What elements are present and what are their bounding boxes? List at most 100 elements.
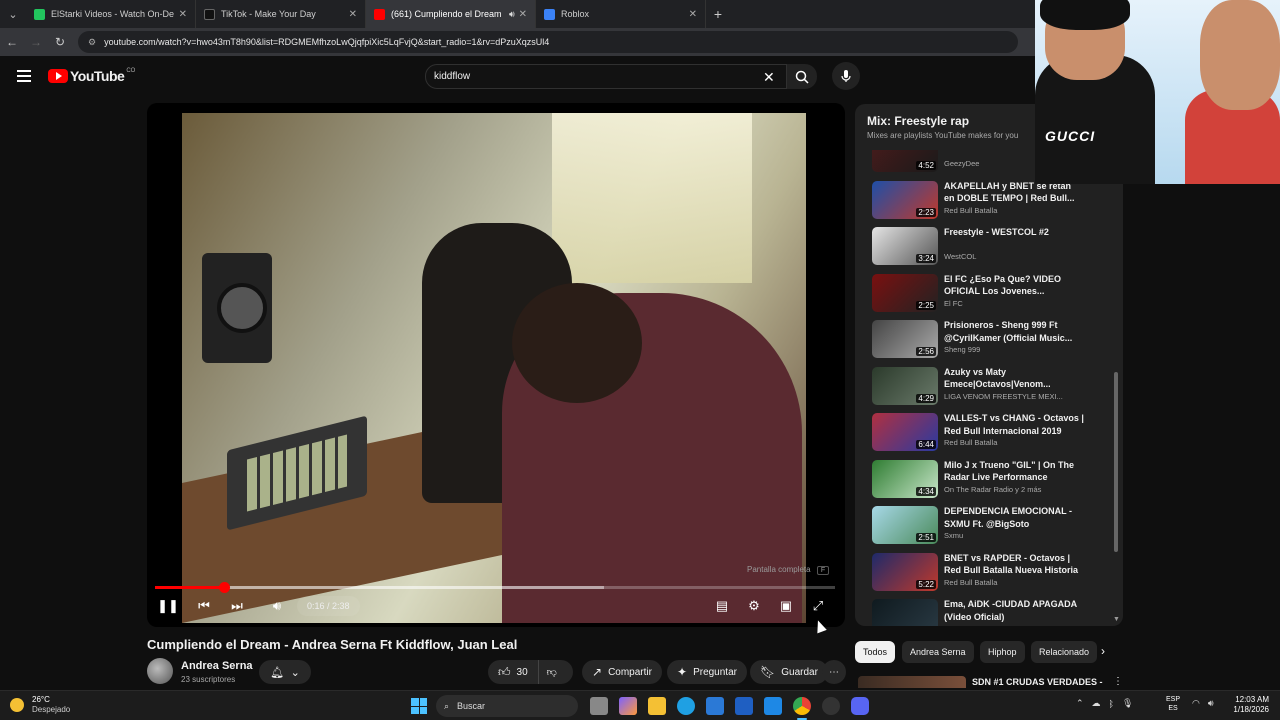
playlist-item-thumbnail[interactable]: 6:44 xyxy=(872,413,938,451)
ask-button[interactable]: ✦ Preguntar xyxy=(667,660,747,684)
save-button[interactable]: 🔖︎ Guardar xyxy=(750,660,828,684)
playlist-item-title[interactable]: Freestyle - WESTCOL #2 xyxy=(944,226,1084,239)
video-frame[interactable] xyxy=(182,113,806,623)
playlist-item-title[interactable]: Ema, AiDK -CIUDAD APAGADA (Video Oficial… xyxy=(944,598,1084,623)
playlist-item[interactable]: 6:44 VALLES-T vs CHANG - Octavos | Red Bu… xyxy=(855,413,1117,460)
playlist-item[interactable]: 4:29 Azuky vs Maty Emece|Octavos|Venom...… xyxy=(855,366,1117,414)
mail-icon[interactable] xyxy=(764,697,782,715)
chip-relacionado[interactable]: Relacionado xyxy=(1031,641,1097,663)
playlist-item-thumbnail[interactable]: 4:52 xyxy=(872,150,938,172)
fullscreen-icon[interactable]: ⤢ xyxy=(808,596,828,616)
weather-widget[interactable]: 26°C Despejado xyxy=(10,695,70,714)
settings-gear-icon[interactable]: ⚙ xyxy=(744,596,764,616)
wifi-icon[interactable]: ◠ xyxy=(1192,698,1200,709)
playlist-item-title[interactable]: Milo J x Trueno "GIL" | On The Radar Liv… xyxy=(944,459,1084,484)
playlist-item[interactable]: 2:56 Prisioneros - Sheng 999 Ft @CyrilKam… xyxy=(855,320,1117,367)
next-icon[interactable]: ⏭︎ xyxy=(227,596,247,616)
tab-search-icon[interactable]: ⌄ xyxy=(0,0,26,28)
tab-elstarki[interactable]: ElStarki Videos - Watch On-De ✕ xyxy=(26,0,196,28)
channel-avatar[interactable] xyxy=(147,658,173,684)
bluetooth-icon[interactable]: ᛒ xyxy=(1109,699,1114,709)
chevron-up-icon[interactable]: ⌃ xyxy=(1076,698,1084,709)
reload-icon[interactable]: ↻ xyxy=(48,35,72,49)
edge-icon[interactable] xyxy=(677,697,695,715)
playlist-item-thumbnail[interactable]: 3:24 xyxy=(872,227,938,265)
playlist-item-thumbnail[interactable]: 2:51 xyxy=(872,506,938,544)
tab-tiktok[interactable]: TikTok - Make Your Day ✕ xyxy=(196,0,366,28)
next-video-title[interactable]: SDN #1 CRUDAS VERDADES - xyxy=(972,677,1103,687)
clear-search-icon[interactable]: ✕ xyxy=(763,69,775,86)
playlist-item[interactable]: 3:15Ema, AiDK -CIUDAD APAGADA (Video Ofi… xyxy=(855,599,1117,626)
new-tab-plus-icon[interactable]: + xyxy=(706,6,730,22)
subscription-bell-button[interactable]: 🔔︎ ⌄ xyxy=(259,660,311,684)
voice-search-button[interactable] xyxy=(832,62,860,90)
discord-icon[interactable] xyxy=(851,697,869,715)
previous-icon[interactable]: ⏮︎ xyxy=(194,596,214,616)
site-info-icon[interactable]: ⚙ xyxy=(88,37,96,48)
more-vertical-icon[interactable]: ⋮ xyxy=(1113,676,1123,687)
tab-close-icon[interactable]: ✕ xyxy=(349,9,357,20)
tab-close-icon[interactable]: ✕ xyxy=(519,9,527,20)
share-button[interactable]: ↗ Compartir xyxy=(582,660,662,684)
playlist-item[interactable]: 2:25 El FC ¿Eso Pa Que? VIDEO OFICIAL Los… xyxy=(855,273,1117,321)
back-arrow-icon[interactable]: ← xyxy=(0,35,24,49)
playlist-item[interactable]: 5:22 BNET vs RAPDER - Octavos | Red Bull … xyxy=(855,552,1117,600)
url-field[interactable]: ⚙ youtube.com/watch?v=hwo43mT8h90&list=R… xyxy=(78,31,1018,53)
chrome-icon[interactable] xyxy=(793,697,811,715)
obs-icon[interactable] xyxy=(822,697,840,715)
tab-roblox[interactable]: Roblox ✕ xyxy=(536,0,706,28)
playlist-item-thumbnail[interactable]: 4:29 xyxy=(872,366,938,405)
subtitles-icon[interactable]: ▤ xyxy=(712,596,732,616)
volume-icon[interactable]: 🔊︎ xyxy=(267,596,287,616)
like-button[interactable]: 👍︎ 30 xyxy=(488,660,539,684)
onedrive-icon[interactable]: ☁ xyxy=(1092,698,1101,709)
video-player[interactable]: Pantalla completa F ❚❚ ⏮︎ ⏭︎ 🔊︎ 0:16 / 2… xyxy=(147,103,845,627)
clock[interactable]: 12:03 AM 1/18/2026 xyxy=(1227,695,1269,715)
playlist-item[interactable]: 2:51 DEPENDENCIA EMOCIONAL - SXMU Ft. @Bi… xyxy=(855,506,1117,553)
playlist-item[interactable]: 4:34 Milo J x Trueno "GIL" | On The Radar… xyxy=(855,459,1117,507)
playlist-item-title[interactable]: El FC ¿Eso Pa Que? VIDEO OFICIAL Los Jov… xyxy=(944,273,1084,298)
progress-bar[interactable] xyxy=(155,582,835,593)
scroll-down-icon[interactable]: ▼ xyxy=(1113,616,1120,623)
more-actions-button[interactable]: ⋯ xyxy=(822,660,846,684)
chevron-right-icon[interactable]: › xyxy=(1101,644,1105,658)
pause-icon[interactable]: ❚❚ xyxy=(157,596,179,616)
playlist-item-thumbnail[interactable]: 2:23 xyxy=(872,180,938,219)
menu-icon[interactable] xyxy=(17,70,31,82)
playlist-item-thumbnail[interactable]: 2:56 xyxy=(872,320,938,358)
search-button[interactable] xyxy=(787,64,817,89)
youtube-logo[interactable]: YouTube CO xyxy=(48,68,135,84)
search-input[interactable]: kiddflow xyxy=(425,64,787,89)
next-video-thumbnail[interactable] xyxy=(858,676,966,688)
tasks-icon[interactable] xyxy=(735,697,753,715)
playlist-item-thumbnail[interactable]: 5:22 xyxy=(872,552,938,591)
playlist-item-thumbnail[interactable]: 3:15 xyxy=(872,599,938,626)
playlist-scrollbar[interactable] xyxy=(1114,372,1118,552)
store-icon[interactable] xyxy=(706,697,724,715)
dislike-button[interactable]: 👎︎ xyxy=(539,660,565,684)
forward-arrow-icon[interactable]: → xyxy=(24,35,48,49)
playlist-item-thumbnail[interactable]: 4:34 xyxy=(872,459,938,498)
chip-andrea-serna[interactable]: Andrea Serna xyxy=(902,641,974,663)
playlist-item[interactable]: 3:24 Freestyle - WESTCOL #2 WestCOL xyxy=(855,227,1117,274)
playlist-item-title[interactable]: BNET vs RAPDER - Octavos | Red Bull Bata… xyxy=(944,552,1084,577)
playlist-item[interactable]: 2:23 AKAPELLAH y BNET se retan en DOBLE T… xyxy=(855,180,1117,228)
task-view-icon[interactable] xyxy=(590,697,608,715)
tab-close-icon[interactable]: ✕ xyxy=(179,9,187,20)
chip-hiphop[interactable]: Hiphop xyxy=(980,641,1025,663)
tab-close-icon[interactable]: ✕ xyxy=(689,9,697,20)
channel-name[interactable]: Andrea Serna xyxy=(181,660,253,672)
taskbar-search[interactable]: ⌕ Buscar xyxy=(436,695,578,717)
playlist-item-thumbnail[interactable]: 2:25 xyxy=(872,273,938,312)
progress-scrubber[interactable] xyxy=(218,582,230,593)
speaker-icon[interactable]: 🔊︎ xyxy=(509,9,515,20)
tab-youtube[interactable]: (661) Cumpliendo el Dream 🔊︎ ✕ xyxy=(366,0,536,28)
file-explorer-icon[interactable] xyxy=(648,697,666,715)
windows-start-icon[interactable] xyxy=(411,698,427,714)
mic-tray-icon[interactable]: 🎙︎ xyxy=(1122,698,1133,709)
language-indicator[interactable]: ESP ES xyxy=(1166,695,1180,713)
playlist-item-title[interactable]: VALLES-T vs CHANG - Octavos | Red Bull I… xyxy=(944,412,1084,437)
volume-tray-icon[interactable]: 🔊︎ xyxy=(1208,698,1214,709)
playlist-item-title[interactable]: Azuky vs Maty Emece|Octavos|Venom... xyxy=(944,366,1084,391)
copilot-icon[interactable] xyxy=(619,697,637,715)
